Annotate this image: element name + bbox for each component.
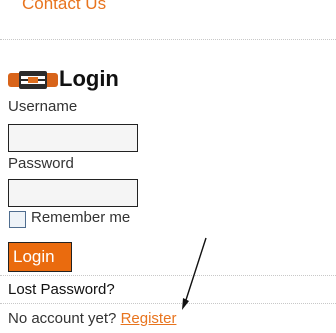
arrow-pointer-icon bbox=[182, 237, 207, 310]
login-panel: Contact Us Login Username Password Remem… bbox=[0, 0, 336, 333]
